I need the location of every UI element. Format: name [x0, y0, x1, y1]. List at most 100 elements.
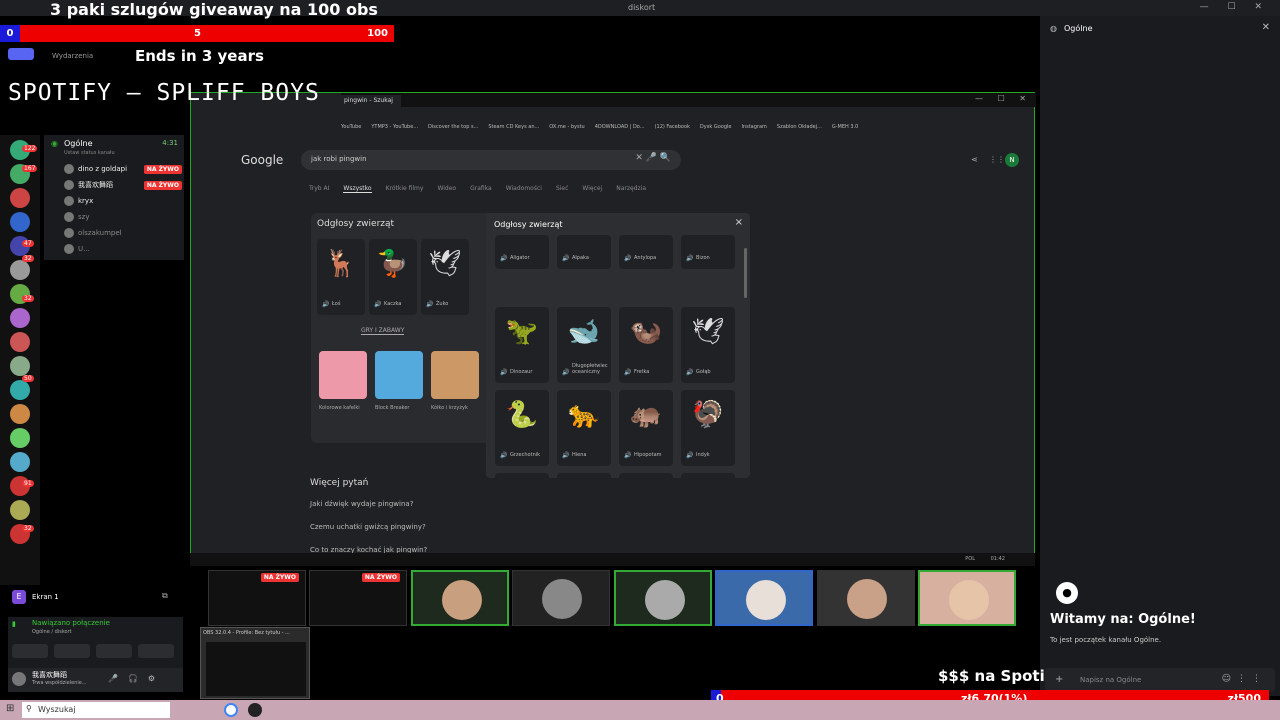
- voice-member[interactable]: szy: [64, 210, 182, 224]
- game-tile[interactable]: [431, 351, 479, 399]
- server-icon[interactable]: [10, 500, 30, 520]
- camera-tile[interactable]: [614, 570, 712, 626]
- share-icon[interactable]: ⋖: [971, 155, 978, 164]
- animal-sound-tile[interactable]: 🐍 🔊 Grzechotnik: [495, 390, 549, 466]
- voice-member[interactable]: olszakumpel: [64, 226, 182, 240]
- filter-tab[interactable]: Wszystko: [343, 185, 372, 193]
- voice-member[interactable]: 我喜欢舞蹈 NA ŻYWO: [64, 178, 182, 192]
- bookmark-link[interactable]: Dysk Google: [700, 124, 732, 130]
- animal-sound-tile[interactable]: 🐋 🔊 Długopłetwiec oceaniczny: [557, 307, 611, 383]
- close-icon[interactable]: ×: [735, 217, 743, 228]
- filter-tab[interactable]: Wideo: [437, 185, 456, 192]
- avatar[interactable]: [12, 672, 26, 686]
- search-input[interactable]: jak robi pingwin ✕ 🎤 🔍: [301, 150, 681, 170]
- animal-sound-tile[interactable]: 🐆: [557, 473, 611, 478]
- discord-icon[interactable]: [8, 48, 34, 60]
- google-logo[interactable]: Google: [241, 153, 283, 167]
- start-icon[interactable]: ⊞: [6, 703, 14, 714]
- animal-sound-tile[interactable]: 🦛 🔊 Hipopotam: [619, 390, 673, 466]
- user-name[interactable]: 我喜欢舞蹈: [32, 670, 67, 680]
- camera-tile[interactable]: [411, 570, 509, 626]
- stream-thumbnail[interactable]: NA ŻYWO: [208, 570, 306, 626]
- voice-channel-status[interactable]: Ustaw status kanału: [64, 150, 115, 156]
- activities-button[interactable]: [96, 644, 132, 658]
- camera-tile[interactable]: [817, 570, 915, 626]
- filter-tab[interactable]: Sieć: [556, 185, 568, 192]
- connection-detail[interactable]: Ogólne / diskort: [32, 629, 72, 635]
- voice-channel-name[interactable]: Ogólne: [64, 139, 92, 148]
- camera-toggle-button[interactable]: [12, 644, 48, 658]
- bookmark-link[interactable]: G-MEH 3.0: [832, 124, 858, 130]
- message-input[interactable]: + Napisz na Ogólne ☺⋮⋮: [1045, 668, 1275, 692]
- animal-sound-tile[interactable]: 🕊 🔊 Gołąb: [681, 307, 735, 383]
- server-icon[interactable]: [10, 308, 30, 328]
- animal-sound-tile[interactable]: 🕊 🔊 Żuko: [421, 239, 469, 315]
- account-avatar[interactable]: N: [1005, 153, 1019, 167]
- game-tile[interactable]: [375, 351, 423, 399]
- soundboard-button[interactable]: [138, 644, 174, 658]
- voice-member[interactable]: kryx: [64, 194, 182, 208]
- filter-tab[interactable]: Grafika: [470, 185, 492, 192]
- filter-tab[interactable]: Narzędzia: [616, 185, 646, 192]
- animal-sound-tile[interactable]: 🔊 Aligator: [495, 235, 549, 269]
- browser-window-controls[interactable]: — ☐ ✕: [975, 94, 1032, 103]
- related-question[interactable]: Jaki dźwięk wydaje pingwina?: [310, 500, 413, 508]
- filter-tab[interactable]: Więcej: [582, 185, 602, 192]
- games-label[interactable]: GRY I ZABAWY: [361, 327, 405, 335]
- obs-preview-window[interactable]: OBS 32.0.4 - Profile: Bez tytułu - ...: [200, 627, 310, 699]
- bookmark-link[interactable]: YouTube: [341, 124, 361, 130]
- filter-tab[interactable]: Tryb AI: [309, 185, 329, 192]
- search-tools-icons[interactable]: ✕ 🎤 🔍: [635, 153, 671, 163]
- browser-tab[interactable]: pingwin - Szukaj: [341, 95, 401, 107]
- obs-icon[interactable]: [248, 703, 262, 717]
- bookmark-link[interactable]: YTMP3 - YouTube...: [371, 124, 418, 130]
- camera-tile[interactable]: [918, 570, 1016, 626]
- server-icon[interactable]: [10, 380, 30, 400]
- filter-tab[interactable]: Wiadomości: [506, 185, 542, 192]
- modal-scrollbar[interactable]: [744, 248, 747, 298]
- game-tile[interactable]: [319, 351, 367, 399]
- bookmark-link[interactable]: Szablon Okładej...: [777, 124, 822, 130]
- camera-tile[interactable]: [715, 570, 813, 626]
- server-icon[interactable]: [10, 428, 30, 448]
- server-icon[interactable]: [10, 260, 30, 280]
- voice-channel-panel[interactable]: ◉ Ogólne 4:31 Ustaw status kanału dino z…: [44, 135, 184, 260]
- related-question[interactable]: Czemu uchatki gwiżcą pingwiny?: [310, 523, 426, 531]
- animal-sound-tile[interactable]: 🦖 🔊 Dinozaur: [495, 307, 549, 383]
- animal-sound-tile[interactable]: 🔊 Bizon: [681, 235, 735, 269]
- stream-thumbnail[interactable]: NA ŻYWO: [309, 570, 407, 626]
- screen-share-button[interactable]: [54, 644, 90, 658]
- animal-sound-tile[interactable]: 🦃 🔊 Indyk: [681, 390, 735, 466]
- mic-headset-settings-icons[interactable]: 🎤🎧⚙: [108, 674, 165, 683]
- animal-sound-tile[interactable]: 🦌 🔊 Łoś: [317, 239, 365, 315]
- apps-grid-icon[interactable]: ⋮⋮: [989, 155, 1005, 164]
- bookmark-link[interactable]: Instagram: [741, 124, 766, 130]
- animal-sound-tile[interactable]: 🦆: [681, 473, 735, 478]
- bookmark-link[interactable]: OX.me - bystu: [549, 124, 584, 130]
- server-icon[interactable]: [10, 212, 30, 232]
- animal-sound-tile[interactable]: 🐆 🔊 Hiena: [557, 390, 611, 466]
- screen-share-row[interactable]: E Ekran 1 ⧉: [8, 588, 178, 608]
- animal-sound-tile[interactable]: 🐃: [495, 473, 549, 478]
- bookmark-link[interactable]: Discover the top s...: [428, 124, 478, 130]
- plus-icon[interactable]: +: [1055, 674, 1063, 685]
- voice-member[interactable]: U...: [64, 242, 182, 256]
- filter-tab[interactable]: Krótkie filmy: [386, 185, 424, 192]
- voice-member[interactable]: dino z goldapi NA ŻYWO: [64, 162, 182, 176]
- window-controls[interactable]: — ☐ ✕: [1200, 2, 1270, 12]
- server-icon[interactable]: [10, 404, 30, 424]
- close-icon[interactable]: ✕: [1262, 22, 1270, 33]
- animal-sound-tile[interactable]: 🦔: [619, 473, 673, 478]
- popout-icon[interactable]: ⧉: [162, 591, 168, 601]
- bookmark-link[interactable]: Steam CD Keys an...: [488, 124, 539, 130]
- server-icon[interactable]: [10, 188, 30, 208]
- windows-search-input[interactable]: ⚲ Wyszukaj: [22, 702, 170, 718]
- server-icon[interactable]: [10, 332, 30, 352]
- events-label[interactable]: Wydarzenia: [52, 52, 93, 60]
- emoji-apps-icons[interactable]: ☺⋮⋮: [1222, 674, 1267, 684]
- chrome-icon[interactable]: [224, 703, 238, 717]
- bookmark-link[interactable]: (12) Facebook: [655, 124, 690, 130]
- animal-sound-tile[interactable]: 🦦 🔊 Fretka: [619, 307, 673, 383]
- server-icon[interactable]: [10, 452, 30, 472]
- animal-sound-tile[interactable]: 🔊 Alpaka: [557, 235, 611, 269]
